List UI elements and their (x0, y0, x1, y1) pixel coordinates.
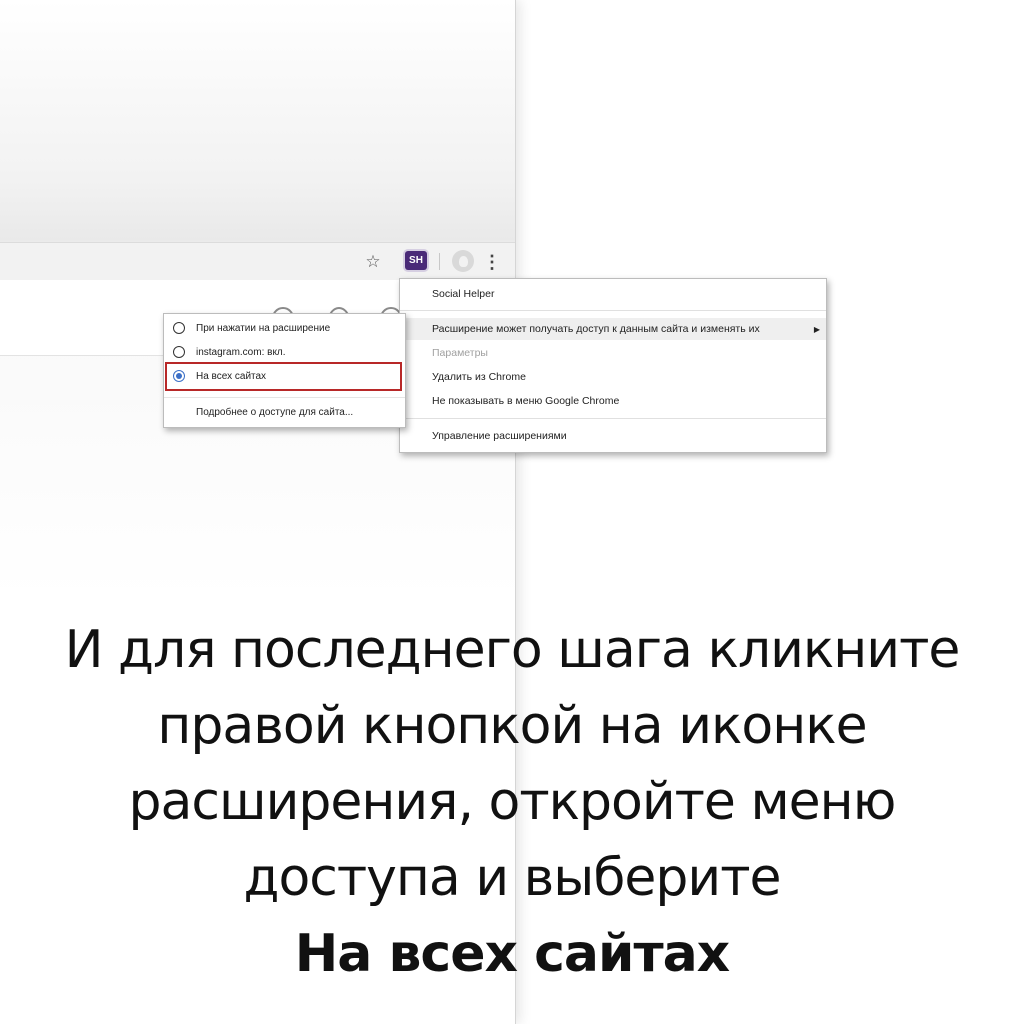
menu-separator (164, 397, 405, 398)
caption-line: И для последнего шага кликните (64, 620, 961, 680)
menu-item-label: Удалить из Chrome (432, 371, 526, 383)
submenu-arrow-icon: ▶ (813, 324, 820, 334)
menu-item-site-access[interactable]: Расширение может получать доступ к данны… (400, 318, 826, 340)
menu-item-options: Параметры (400, 342, 826, 364)
access-more-info-link[interactable]: Подробнее о доступе для сайта... (164, 401, 405, 423)
menu-item-remove[interactable]: Удалить из Chrome (400, 366, 826, 388)
caption-line: доступа и выберите (243, 848, 782, 908)
site-access-submenu: При нажатии на расширение instagram.com:… (163, 313, 406, 428)
toolbar-divider (439, 253, 440, 270)
menu-item-label: Расширение может получать доступ к данны… (432, 323, 760, 335)
option-label: Подробнее о доступе для сайта... (196, 406, 354, 418)
caption-line: правой кнопкой на иконке (157, 696, 867, 756)
social-helper-extension-icon[interactable]: SH (405, 251, 427, 270)
caption-bold-line: На всех сайтах (294, 924, 730, 984)
menu-separator (400, 418, 826, 419)
menu-item-label: Social Helper (432, 288, 495, 300)
option-label: instagram.com: вкл. (196, 346, 286, 358)
menu-item-label: Не показывать в меню Google Chrome (432, 395, 620, 407)
extension-context-menu: Social Helper Расширение может получать … (399, 278, 827, 453)
radio-button[interactable] (173, 322, 185, 334)
menu-item-label: Параметры (432, 347, 488, 359)
bookmark-star-icon[interactable]: ☆ (362, 251, 384, 273)
access-option-specific-site[interactable]: instagram.com: вкл. (164, 341, 405, 363)
menu-item-extension-name[interactable]: Social Helper (400, 283, 826, 305)
chrome-menu-icon[interactable]: ⋮ (482, 251, 502, 273)
menu-item-label: Управление расширениями (432, 430, 567, 442)
option-label: При нажатии на расширение (196, 322, 331, 334)
highlight-outline (165, 362, 402, 391)
radio-button[interactable] (173, 346, 185, 358)
menu-item-hide[interactable]: Не показывать в меню Google Chrome (400, 390, 826, 412)
menu-separator (400, 310, 826, 311)
menu-item-manage-extensions[interactable]: Управление расширениями (400, 425, 826, 447)
browser-toolbar: ☆ SH ⋮ (0, 242, 515, 281)
profile-avatar-icon[interactable] (452, 250, 474, 272)
instruction-caption: И для последнего шага кликните правой кн… (0, 612, 1024, 992)
caption-line: расширения, откройте меню (128, 772, 897, 832)
access-option-on-click[interactable]: При нажатии на расширение (164, 317, 405, 339)
